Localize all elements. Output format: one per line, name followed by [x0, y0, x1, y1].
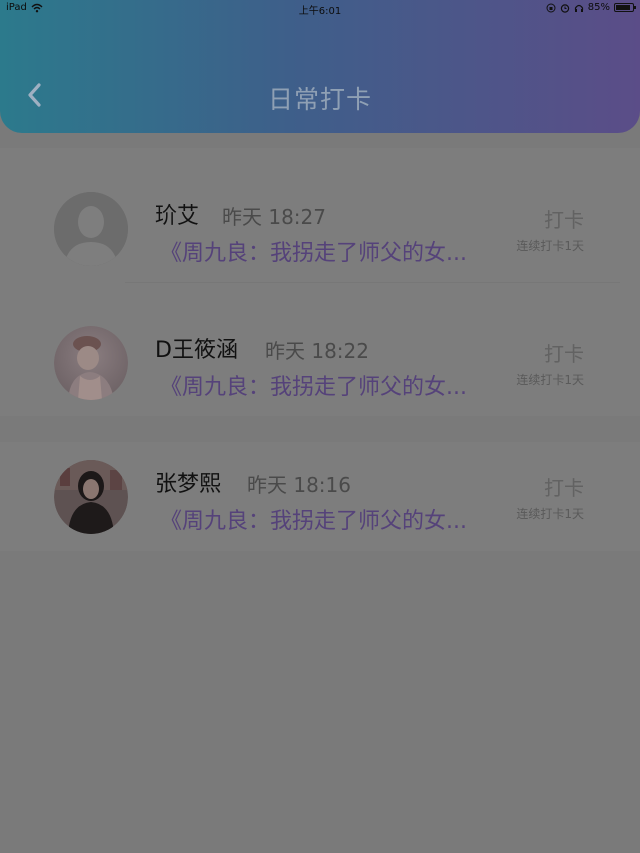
checkin-row[interactable]: 玠艾 昨天 18:27 《周九良：我拐走了师父的女... 打卡 连续打卡1天: [0, 148, 640, 282]
checkin-label: 打卡: [544, 208, 584, 232]
headphones-icon: [574, 4, 583, 12]
avatar-photo-icon: [54, 460, 128, 534]
avatar-photo-icon: [54, 326, 128, 400]
status-time: 上午6:01: [298, 6, 342, 17]
photo-avatar[interactable]: [54, 326, 128, 400]
book-title-link[interactable]: 《周九良：我拐走了师父的女...: [160, 235, 510, 267]
person-silhouette-icon: [54, 192, 128, 266]
section-gap: [0, 416, 640, 442]
streak-label: 连续打卡1天: [516, 507, 584, 521]
status-bar: iPad 上午6:01 85%: [0, 0, 640, 18]
photo-avatar[interactable]: [54, 460, 128, 534]
post-time: 昨天 18:16: [247, 473, 351, 497]
post-time: 昨天 18:27: [222, 205, 326, 229]
post-time: 昨天 18:22: [265, 339, 369, 363]
checkin-label: 打卡: [544, 476, 584, 500]
streak-label: 连续打卡1天: [516, 239, 584, 253]
streak-label: 连续打卡1天: [516, 373, 584, 387]
user-name[interactable]: 玠艾: [155, 198, 199, 230]
checkin-row[interactable]: D王筱涵 昨天 18:22 《周九良：我拐走了师父的女... 打卡 连续打卡1天: [0, 282, 640, 416]
checkin-row[interactable]: 张梦熙 昨天 18:16 《周九良：我拐走了师父的女... 打卡 连续打卡1天: [0, 442, 640, 576]
orientation-lock-icon: [546, 3, 556, 12]
book-title-link[interactable]: 《周九良：我拐走了师父的女...: [160, 369, 510, 401]
battery-icon: [614, 3, 636, 12]
alarm-icon: [560, 3, 569, 13]
book-title-link[interactable]: 《周九良：我拐走了师父的女...: [160, 503, 510, 535]
battery-percent: 85%: [587, 2, 610, 13]
header-bar: iPad 上午6:01 85% 日常打卡: [0, 0, 640, 133]
user-name[interactable]: 张梦熙: [155, 466, 221, 498]
page-title: 日常打卡: [267, 85, 372, 114]
default-avatar[interactable]: [54, 192, 128, 266]
checkin-list: 玠艾 昨天 18:27 《周九良：我拐走了师父的女... 打卡 连续打卡1天 D…: [0, 148, 640, 551]
user-name[interactable]: D王筱涵: [155, 332, 238, 364]
checkin-label: 打卡: [544, 342, 584, 366]
